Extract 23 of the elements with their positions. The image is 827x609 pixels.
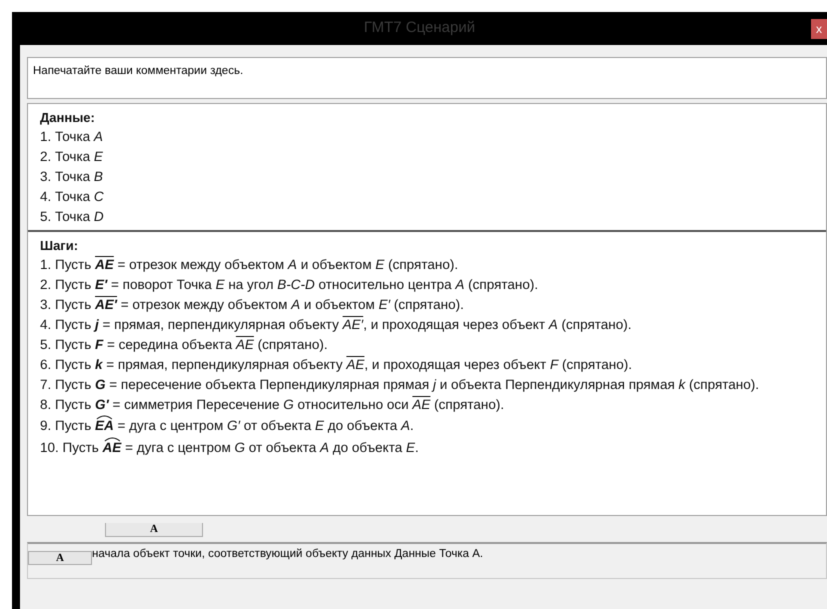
step-line: 5. Пусть F = середина объекта AE (спрятано). — [40, 336, 329, 354]
section-heading: Шаги: — [40, 237, 80, 255]
tab-button[interactable]: A — [105, 522, 203, 536]
status-button[interactable]: A — [28, 551, 92, 565]
step-line: 6. Пусть k = прямая, перпендикулярная объекту AE, и проходящая через объект F (спрятано). — [40, 356, 633, 374]
step-line: 2. Пусть E′ = поворот Точка E на угол B-C-D относительно центра A (спрятано). — [40, 276, 540, 294]
given-item: 3. Точка B — [40, 168, 104, 186]
section-heading: Данные: — [40, 109, 96, 127]
step-line: 1. Пусть AE = отрезок между объектом A и объектом E (спрятано). — [40, 256, 460, 274]
step-line: 7. Пусть G = пересечение объекта Перпендикулярная прямая j и объекта Перпендикулярная прямая k (спрятано). — [40, 376, 760, 394]
step-line: 4. Пусть j = прямая, перпендикулярная объекту AE′, и проходящая через объект A (спрятано). — [40, 316, 633, 334]
status-text: начала объект точки, соответствующий объекту данных Данные Точка А. — [92, 547, 484, 561]
step-line: 10. Пусть AE = дуга с центром G от объекта A до объекта E. — [40, 437, 814, 459]
given-item: 4. Точка C — [40, 188, 105, 206]
given-item: 5. Точка D — [40, 208, 105, 226]
step-line: 9. Пусть EA = дуга с центром G′ от объекта E до объекта A. — [40, 415, 814, 437]
given-item: 2. Точка E — [40, 148, 104, 166]
given-item: 1. Точка A — [40, 128, 104, 146]
comment-field[interactable]: Напечатайте ваши комментарии здесь. — [27, 57, 827, 99]
step-line: 8. Пусть G′ = симметрия Пересечение G относительно оси AE (спрятано). — [40, 396, 506, 414]
close-button[interactable]: x — [811, 19, 827, 39]
step-line: 3. Пусть AE′ = отрезок между объектом A и объектом E′ (спрятано). — [40, 296, 465, 314]
window-title: ГМТ7 Сценарий — [364, 18, 476, 38]
